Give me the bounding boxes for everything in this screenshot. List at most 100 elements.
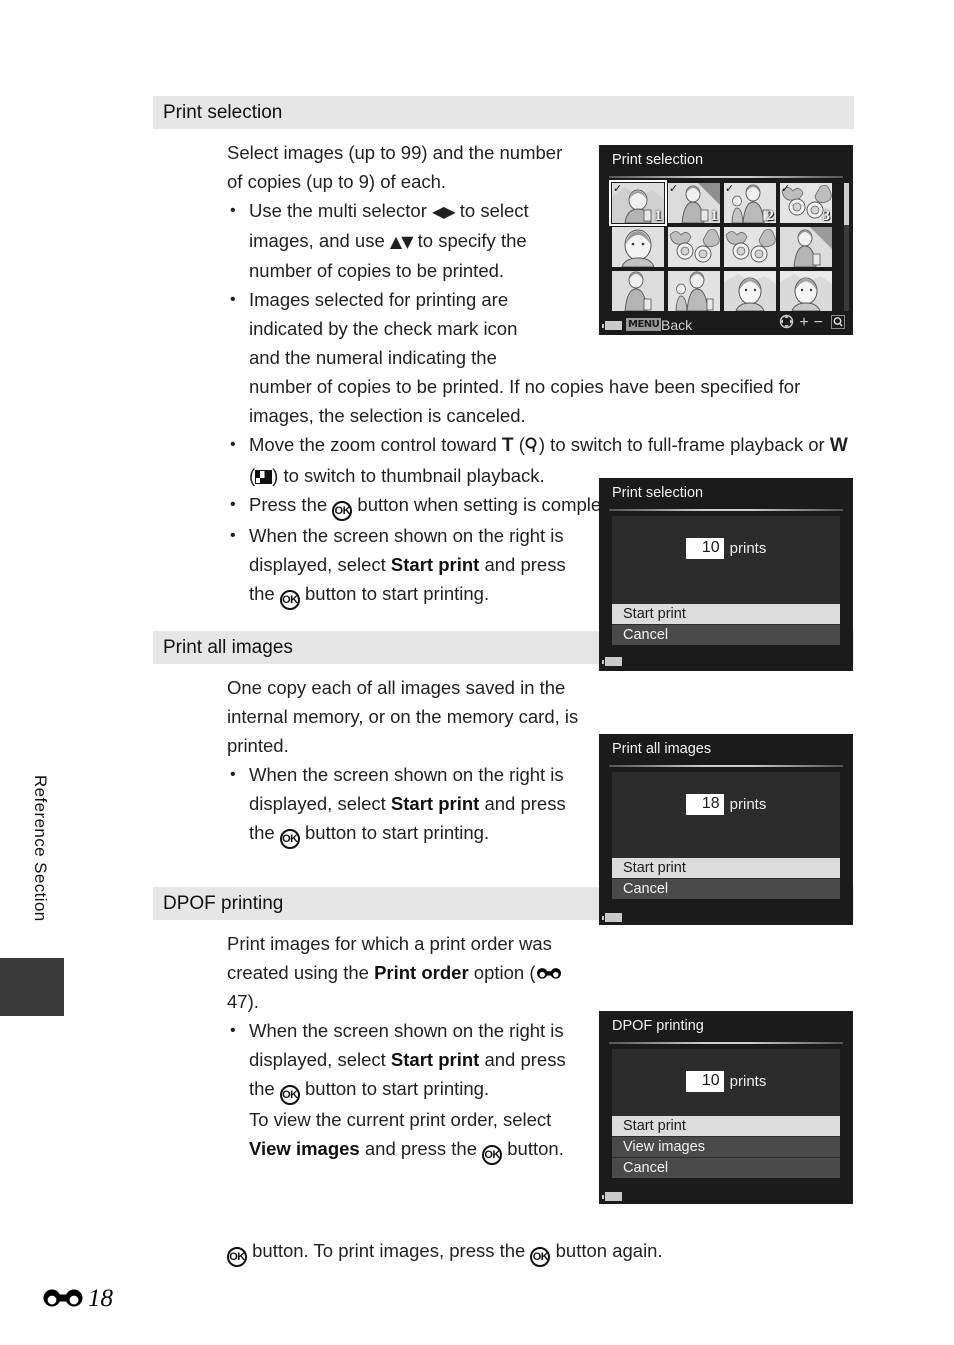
- camera-screen-print-all-confirm: Print all images 18 prints Start print C…: [599, 734, 853, 925]
- zoom-wide-label: W: [829, 435, 848, 456]
- prints-label: prints: [729, 796, 767, 813]
- battery-icon: [602, 657, 622, 666]
- ok-button-icon: OK: [482, 1145, 503, 1165]
- screen-status-bar: [599, 899, 853, 925]
- dpof-intro: Print images for which a print order was…: [227, 929, 579, 1016]
- menu-item-view-images[interactable]: View images: [612, 1136, 840, 1157]
- screen-title-divider: [609, 176, 843, 178]
- multi-selector-icon: [779, 314, 794, 332]
- camera-screen-print-selection-confirm: Print selection 10 prints Start print Ca…: [599, 478, 853, 671]
- thumbnail-10[interactable]: [668, 271, 720, 311]
- start-print-emphasis: Start print: [390, 1049, 480, 1070]
- camera-screen-dpof-confirm: DPOF printing 10 prints Start print View…: [599, 1011, 853, 1204]
- screen-title-divider: [609, 765, 843, 767]
- zoom-hint-icons: + −: [779, 314, 845, 332]
- back-label[interactable]: Back: [661, 317, 692, 333]
- reference-section-symbol-icon: [42, 1286, 84, 1312]
- screen-title-divider: [609, 509, 843, 511]
- zoom-tele-label: T: [501, 435, 514, 456]
- list-item: When the screen shown on the right is di…: [227, 760, 579, 849]
- screen-title: Print selection: [612, 152, 704, 168]
- thumbnail-9[interactable]: [612, 271, 664, 311]
- thumbnail-11[interactable]: [724, 271, 776, 311]
- menu-item-cancel[interactable]: Cancel: [612, 1157, 840, 1178]
- copies-count: 3: [822, 208, 831, 223]
- magnifier-icon: [525, 432, 539, 461]
- thumbnail-5[interactable]: [612, 227, 664, 267]
- menu-item-start-print[interactable]: Start print: [612, 1115, 840, 1136]
- menu-item-cancel[interactable]: Cancel: [612, 624, 840, 645]
- ok-button-icon: OK: [227, 1247, 247, 1267]
- thumbnail-2[interactable]: ✓ 1: [668, 183, 720, 223]
- prints-count-row: 10 prints: [612, 1071, 840, 1092]
- list-item: When the screen shown on the right is di…: [227, 1016, 579, 1165]
- prints-count-value: 10: [685, 538, 724, 559]
- thumbnail-grid-icon: [255, 470, 273, 484]
- start-print-emphasis: Start print: [390, 793, 480, 814]
- plus-icon: +: [799, 314, 809, 331]
- page-footer: 18: [42, 1285, 113, 1313]
- screen-menu-list: Start print View images Cancel: [612, 1115, 840, 1178]
- start-print-emphasis: Start print: [390, 554, 480, 575]
- ok-button-icon: OK: [279, 829, 300, 849]
- thumbnail-3[interactable]: ✓ 2: [724, 183, 776, 223]
- screen-title: Print all images: [612, 741, 712, 757]
- prints-label: prints: [729, 1073, 767, 1090]
- reference-section-symbol-icon: [536, 966, 562, 982]
- prints-count-value: 10: [685, 1071, 724, 1092]
- print-selection-intro: Select images (up to 99) and the number …: [227, 142, 563, 192]
- print-order-emphasis: Print order: [374, 962, 469, 983]
- screen-status-bar: [599, 645, 853, 671]
- menu-item-start-print[interactable]: Start print: [612, 857, 840, 878]
- battery-icon: [602, 913, 622, 922]
- prints-label: prints: [729, 540, 767, 557]
- thumbnail-6[interactable]: [668, 227, 720, 267]
- battery-icon: [602, 1192, 622, 1201]
- screen-panel: 10 prints Start print Cancel: [612, 516, 840, 645]
- ok-button-icon: OK: [279, 590, 300, 610]
- camera-screen-print-selection-grid: Print selection ✓ 1 ✓ 1 ✓ 2 ✓ 3 MENU Bac…: [599, 145, 853, 335]
- screen-panel: 18 prints Start print Cancel: [612, 772, 840, 899]
- minus-icon: −: [813, 314, 823, 331]
- view-images-emphasis: View images: [249, 1138, 360, 1159]
- dpof-final-sentence: OK button. To print images, press the OK…: [227, 1236, 867, 1267]
- check-mark-icon: ✓: [669, 183, 679, 195]
- prints-count-value: 18: [685, 794, 724, 815]
- list-item: Use the multi selector ◀▶ to select imag…: [227, 196, 579, 285]
- ok-button-icon: OK: [332, 501, 353, 521]
- reference-section-side-tab: Reference Section: [31, 775, 50, 922]
- section-thumb-index: [0, 958, 64, 1016]
- thumbnail-scrollbar[interactable]: [844, 183, 849, 311]
- screen-panel: 10 prints Start print View images Cancel: [612, 1049, 840, 1178]
- dpof-ref-page: 47: [227, 991, 248, 1012]
- screen-status-bar: [599, 1178, 853, 1204]
- ok-button-icon: OK: [530, 1247, 551, 1267]
- list-item: When the screen shown on the right is di…: [227, 521, 579, 610]
- thumbnail-4[interactable]: ✓ 3: [780, 183, 832, 223]
- screen-title: Print selection: [612, 485, 704, 501]
- check-mark-icon: ✓: [725, 183, 735, 195]
- page-number: 18: [88, 1285, 113, 1312]
- print-all-intro: One copy each of all images saved in the…: [227, 677, 579, 756]
- check-mark-icon: ✓: [613, 183, 623, 195]
- screen-menu-list: Start print Cancel: [612, 603, 840, 645]
- prints-count-row: 10 prints: [612, 538, 840, 559]
- check-mark-icon: ✓: [781, 183, 791, 195]
- thumbnail-8[interactable]: [780, 227, 832, 267]
- menu-item-start-print[interactable]: Start print: [612, 603, 840, 624]
- menu-button-chip[interactable]: MENU: [626, 318, 662, 331]
- thumbnail-12[interactable]: [780, 271, 832, 311]
- thumbnail-grid[interactable]: ✓ 1 ✓ 1 ✓ 2 ✓ 3: [609, 180, 834, 311]
- ok-button-icon: OK: [279, 1085, 300, 1105]
- screen-title: DPOF printing: [612, 1018, 704, 1034]
- copies-count: 1: [710, 208, 719, 223]
- magnifier-icon: [831, 314, 845, 332]
- thumbnail-1[interactable]: ✓ 1: [609, 180, 667, 226]
- section-heading-print-selection: Print selection: [153, 96, 854, 129]
- copies-count: 1: [654, 208, 663, 223]
- thumbnail-7[interactable]: [724, 227, 776, 267]
- battery-icon: [602, 321, 622, 330]
- prints-count-row: 18 prints: [612, 794, 840, 815]
- screen-menu-list: Start print Cancel: [612, 857, 840, 899]
- menu-item-cancel[interactable]: Cancel: [612, 878, 840, 899]
